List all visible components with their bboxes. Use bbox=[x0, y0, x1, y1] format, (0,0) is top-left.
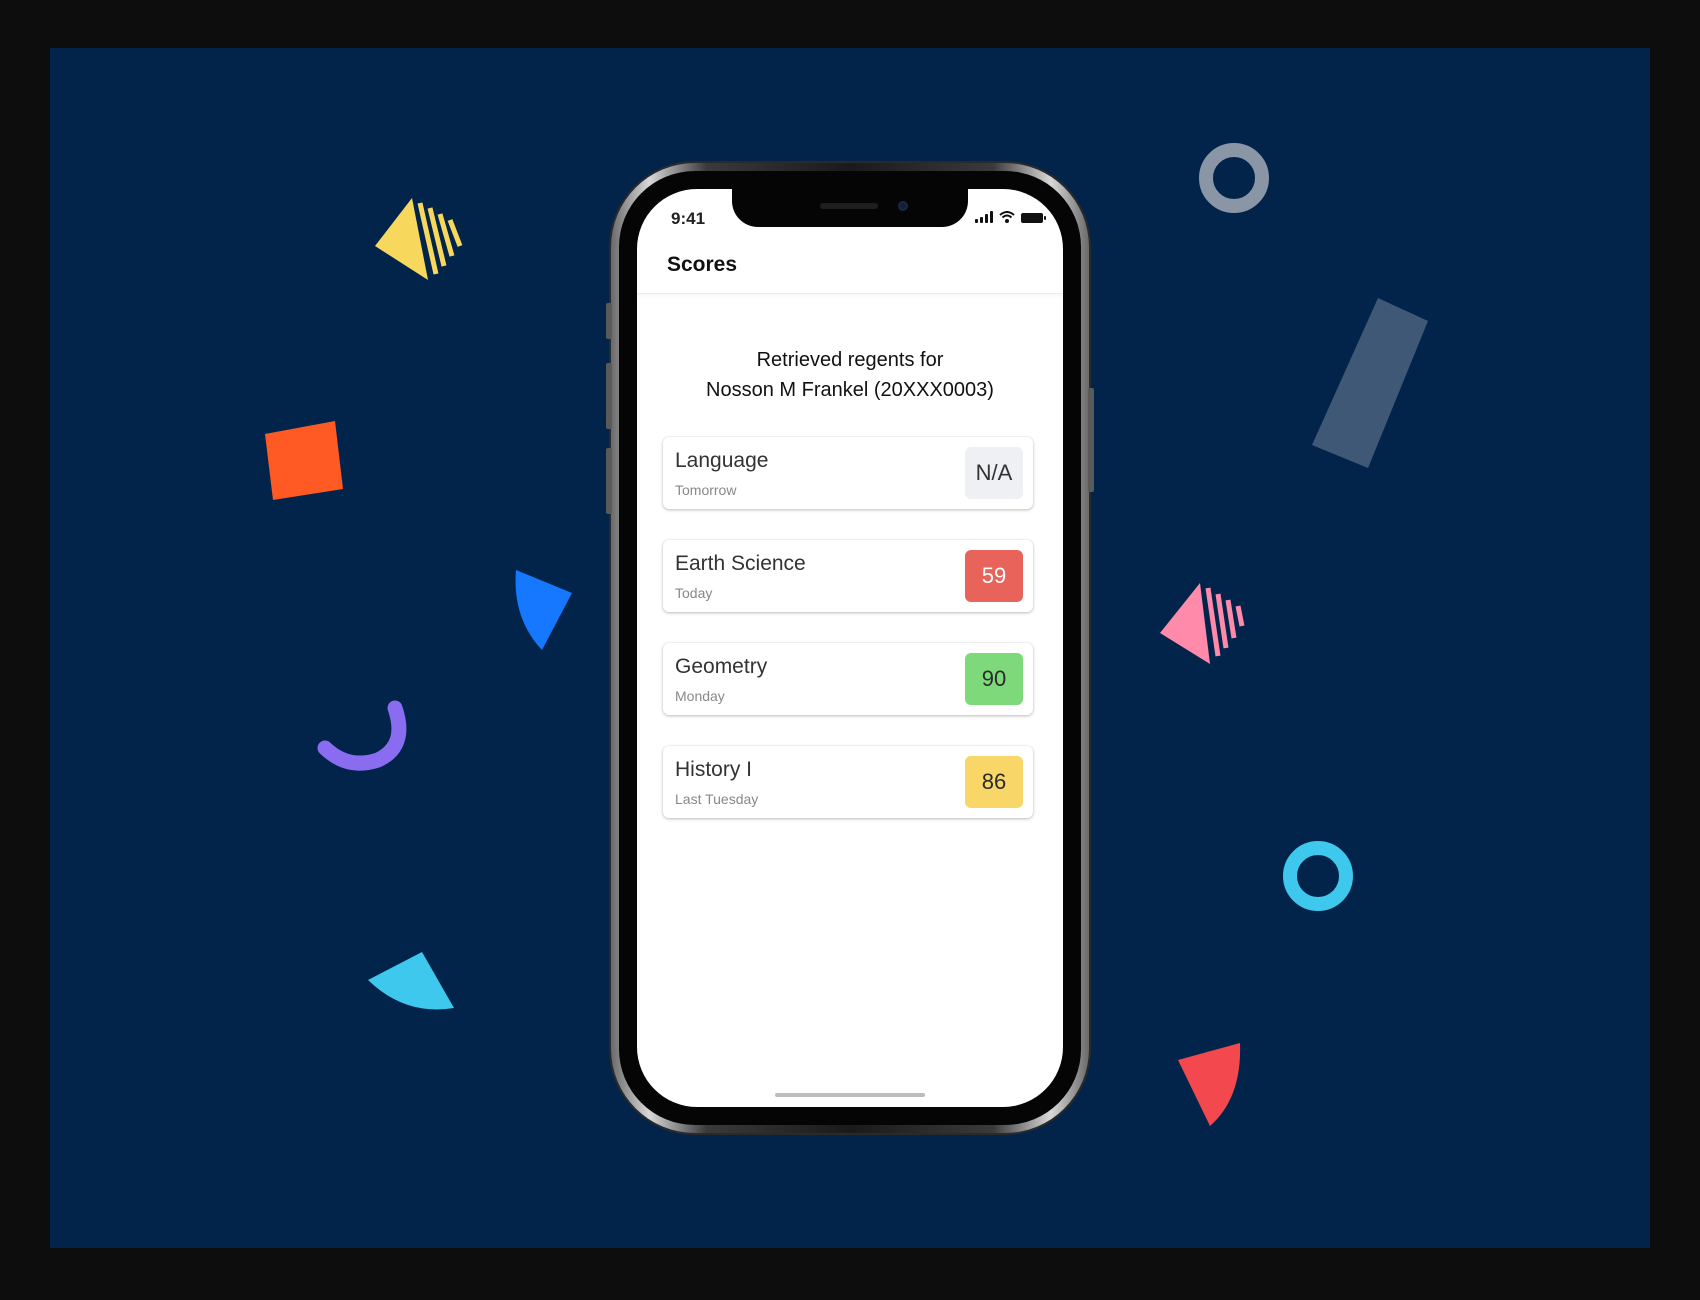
date-label: Tomorrow bbox=[675, 482, 737, 498]
score-card-history[interactable]: History I Last Tuesday 86 bbox=[663, 746, 1033, 818]
volume-up-button bbox=[606, 363, 612, 429]
score-badge: 90 bbox=[965, 653, 1023, 705]
score-card-geometry[interactable]: Geometry Monday 90 bbox=[663, 643, 1033, 715]
subject-label: Earth Science bbox=[675, 552, 806, 575]
subject-label: Language bbox=[675, 449, 769, 472]
subject-label: Geometry bbox=[675, 655, 768, 678]
subject-label: History I bbox=[675, 758, 753, 781]
battery-icon bbox=[1021, 213, 1046, 223]
purple-arc-shape bbox=[317, 700, 407, 771]
background-stage: 9:41 Scores Retrieved regents for Nosson… bbox=[50, 48, 1650, 1248]
score-badge: 59 bbox=[965, 550, 1023, 602]
camera-icon bbox=[898, 201, 908, 211]
score-badge: 86 bbox=[965, 756, 1023, 808]
power-button bbox=[1088, 388, 1094, 492]
home-indicator[interactable] bbox=[775, 1093, 925, 1097]
signal-icon bbox=[975, 211, 993, 223]
page-title: Scores bbox=[667, 253, 738, 276]
red-wedge-shape bbox=[1178, 1043, 1241, 1126]
date-label: Last Tuesday bbox=[675, 791, 759, 807]
grey-ring-shape bbox=[1199, 143, 1269, 213]
volume-down-button bbox=[606, 448, 612, 514]
silent-switch bbox=[606, 303, 612, 339]
wifi-icon bbox=[999, 211, 1015, 223]
app-header: Scores bbox=[637, 239, 1063, 294]
summary-line-2: Nosson M Frankel (20XXX0003) bbox=[706, 379, 994, 401]
orange-square-shape bbox=[265, 421, 343, 500]
score-badge: N/A bbox=[965, 447, 1023, 499]
retrieved-summary: Retrieved regents for Nosson M Frankel (… bbox=[637, 345, 1063, 405]
pink-triangle-shape bbox=[1160, 583, 1245, 664]
phone-notch bbox=[732, 189, 968, 227]
phone-screen: 9:41 Scores Retrieved regents for Nosson… bbox=[637, 189, 1063, 1107]
cyan-wedge-shape bbox=[368, 952, 454, 1010]
status-icons bbox=[975, 211, 1046, 223]
score-card-earth-science[interactable]: Earth Science Today 59 bbox=[663, 540, 1033, 612]
score-card-language[interactable]: Language Tomorrow N/A bbox=[663, 437, 1033, 509]
speaker-grille bbox=[820, 203, 878, 209]
status-time: 9:41 bbox=[671, 209, 706, 228]
cyan-ring-shape bbox=[1283, 841, 1353, 911]
phone-frame: 9:41 Scores Retrieved regents for Nosson… bbox=[606, 163, 1094, 1133]
blue-wedge-shape bbox=[515, 570, 572, 650]
date-label: Monday bbox=[675, 688, 725, 704]
date-label: Today bbox=[675, 585, 713, 601]
slate-rectangle-shape bbox=[1312, 298, 1428, 468]
yellow-triangle-shape bbox=[375, 198, 463, 280]
summary-line-1: Retrieved regents for bbox=[756, 349, 944, 371]
score-list: Language Tomorrow N/A Earth Science Toda… bbox=[663, 437, 1033, 849]
